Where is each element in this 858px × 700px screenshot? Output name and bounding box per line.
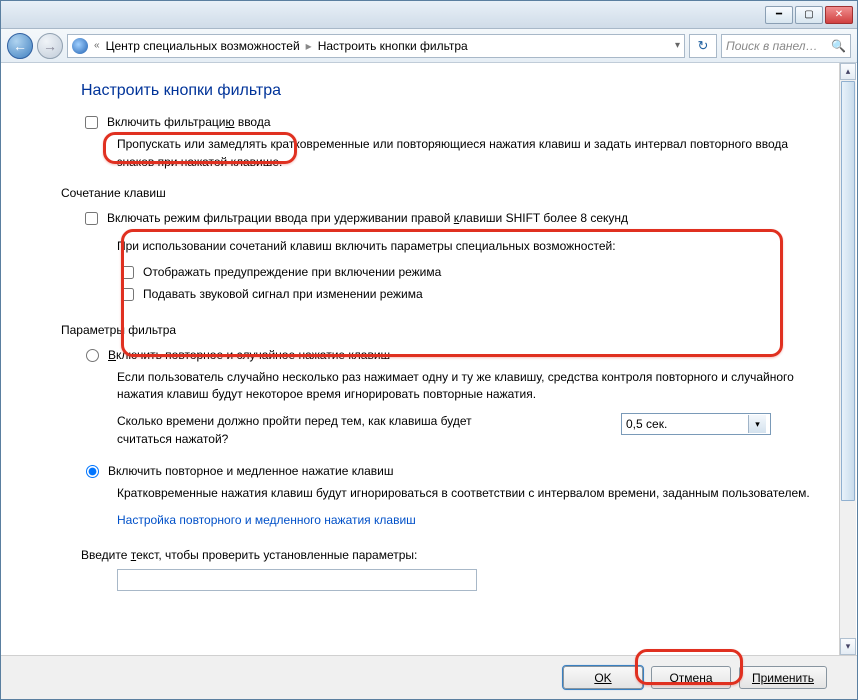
slow-keys-radio[interactable] xyxy=(86,465,99,478)
nav-bar: ← → « Центр специальных возможностей ▸ Н… xyxy=(1,29,857,63)
maximize-button[interactable]: ▢ xyxy=(795,6,823,24)
bounce-keys-description: Если пользователь случайно несколько раз… xyxy=(117,369,819,404)
chevron-down-icon[interactable]: ▾ xyxy=(675,40,680,51)
bounce-keys-radio[interactable] xyxy=(86,349,99,362)
apply-button[interactable]: Применить xyxy=(739,666,827,689)
bounce-keys-label: Включить повторное и случайное нажатие к… xyxy=(108,347,390,364)
play-sound-checkbox[interactable] xyxy=(121,288,134,301)
bounce-time-question: Сколько времени должно пройти перед тем,… xyxy=(117,413,497,448)
chevron-left-icon: « xyxy=(94,40,100,51)
dropdown-value: 0,5 сек. xyxy=(626,416,667,433)
slow-keys-description: Кратковременные нажатия клавиш будут игн… xyxy=(117,485,819,502)
minimize-button[interactable]: ━ xyxy=(765,6,793,24)
show-warning-label: Отображать предупреждение при включении … xyxy=(143,264,441,281)
shortcut-sub-heading: При использовании сочетаний клавиш включ… xyxy=(117,238,819,255)
slow-keys-label: Включить повторное и медленное нажатие к… xyxy=(108,463,394,480)
chevron-right-icon: ▸ xyxy=(306,39,312,53)
test-input[interactable] xyxy=(117,569,477,591)
chevron-down-icon[interactable]: ▾ xyxy=(748,415,766,433)
cancel-button[interactable]: Отмена xyxy=(651,666,731,689)
title-bar: ━ ▢ ✕ xyxy=(1,1,857,29)
breadcrumb-item[interactable]: Настроить кнопки фильтра xyxy=(318,39,468,53)
shift-shortcut-label: Включать режим фильтрации ввода при удер… xyxy=(107,210,628,227)
close-button[interactable]: ✕ xyxy=(825,6,853,24)
ok-button[interactable]: OK xyxy=(563,666,643,689)
refresh-button[interactable]: ↻ xyxy=(689,34,717,58)
breadcrumb-bar[interactable]: « Центр специальных возможностей ▸ Настр… xyxy=(67,34,685,58)
filter-params-section-label: Параметры фильтра xyxy=(61,322,819,339)
shortcut-section-label: Сочетание клавиш xyxy=(61,185,819,202)
scroll-up-button[interactable]: ▴ xyxy=(840,63,856,80)
enable-filter-label: Включить фильтрацию ввода xyxy=(107,114,271,131)
bounce-time-dropdown[interactable]: 0,5 сек. ▾ xyxy=(621,413,771,435)
enable-filter-checkbox[interactable] xyxy=(85,116,98,129)
minimize-icon: ━ xyxy=(776,9,782,20)
test-input-label: Введите текст, чтобы проверить установле… xyxy=(81,547,819,564)
scroll-down-button[interactable]: ▾ xyxy=(840,638,856,655)
control-panel-icon xyxy=(72,38,88,54)
enable-filter-description: Пропускать или замедлять кратковременные… xyxy=(117,136,819,171)
show-warning-checkbox[interactable] xyxy=(121,266,134,279)
vertical-scrollbar[interactable]: ▴ ▾ xyxy=(839,63,856,655)
nav-forward-button[interactable]: → xyxy=(37,33,63,59)
play-sound-label: Подавать звуковой сигнал при изменении р… xyxy=(143,286,423,303)
search-input[interactable]: Поиск в панел… 🔍 xyxy=(721,34,851,58)
page-title: Настроить кнопки фильтра xyxy=(81,79,819,102)
content-area: Настроить кнопки фильтра Включить фильтр… xyxy=(1,63,857,655)
refresh-icon: ↻ xyxy=(698,38,709,54)
nav-back-button[interactable]: ← xyxy=(7,33,33,59)
search-placeholder: Поиск в панел… xyxy=(726,39,818,53)
maximize-icon: ▢ xyxy=(804,9,813,20)
slow-keys-settings-link[interactable]: Настройка повторного и медленного нажати… xyxy=(117,512,819,529)
breadcrumb-item[interactable]: Центр специальных возможностей xyxy=(106,39,300,53)
back-arrow-icon: ← xyxy=(13,38,27,54)
close-icon: ✕ xyxy=(835,9,843,20)
search-icon: 🔍 xyxy=(831,39,846,53)
chevron-up-icon: ▴ xyxy=(846,66,851,77)
dialog-footer: OK Отмена Применить xyxy=(1,655,857,699)
scrollbar-thumb[interactable] xyxy=(841,81,855,501)
chevron-down-icon: ▾ xyxy=(846,641,851,652)
forward-arrow-icon: → xyxy=(43,38,57,54)
shift-shortcut-checkbox[interactable] xyxy=(85,212,98,225)
